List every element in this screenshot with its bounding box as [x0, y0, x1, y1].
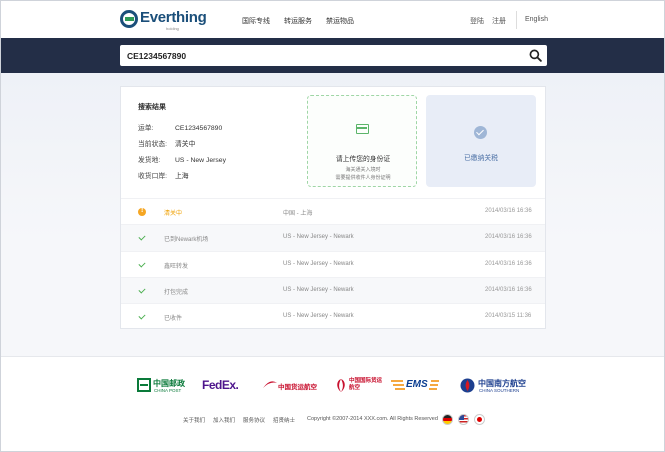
nav-item-international[interactable]: 国际专线 [242, 16, 270, 26]
logo-mark-icon [120, 10, 138, 28]
upload-note: 需要提供收件人身份证明 [335, 175, 391, 181]
partner-subname: CHINA SOUTHERN [479, 388, 520, 393]
tracking-time: 2014/03/16 16:36 [485, 208, 532, 214]
header: Everthing holding 国际专线 转运服务 禁运物品 登陆 注册 E… [1, 1, 664, 37]
tracking-time: 2014/03/15 11:36 [485, 313, 532, 320]
tracking-location: US - New Jersey - Newark [283, 313, 354, 320]
main-nav: 国际专线 转运服务 禁运物品 [242, 16, 354, 26]
language-switch[interactable]: English [525, 16, 548, 23]
china-post-logo: 中国邮政 CHINA POST [137, 376, 187, 396]
id-card-icon [356, 124, 369, 134]
info-value: CE1234567890 [175, 125, 223, 132]
info-row-destination: 收货口岸: 上海 [138, 170, 189, 180]
logo-subtext: holding [166, 26, 179, 31]
japan-flag-icon[interactable] [474, 414, 485, 425]
nav-item-prohibited[interactable]: 禁运物品 [326, 16, 354, 26]
info-value: US - New Jersey [175, 157, 226, 164]
tracking-time: 2014/03/16 16:36 [485, 234, 532, 241]
footer-link-careers[interactable]: 招贤纳士 [273, 416, 295, 424]
info-row-origin: 发货地: US - New Jersey [138, 154, 226, 164]
tracking-location: 中国 - 上海 [283, 211, 313, 217]
result-title: 搜索结果 [138, 104, 166, 111]
info-value: 上海 [175, 173, 189, 180]
upload-note: 海关通关入境时 [345, 167, 381, 173]
ems-logo: EMS [391, 376, 441, 396]
partner-name: 中国货运航空 [278, 384, 317, 391]
cargo-swoosh-icon [263, 381, 277, 388]
footer-link-join[interactable]: 加入我们 [213, 416, 235, 424]
footer-divider [1, 356, 664, 357]
tracking-row: 清关中 中国 - 上海 2014/03/16 16:36 [121, 198, 545, 224]
usa-flag-icon[interactable] [458, 414, 469, 425]
germany-flag-icon[interactable] [442, 414, 453, 425]
phoenix-icon [337, 379, 345, 392]
login-link[interactable]: 登陆 [470, 16, 484, 26]
logo[interactable]: Everthing holding [120, 9, 207, 31]
tracking-row: 打包完成 US - New Jersey - Newark 2014/03/16… [121, 276, 545, 304]
partner-name: 中国国际货运航空 [349, 378, 383, 391]
search-input[interactable] [127, 48, 507, 63]
warning-icon [138, 207, 146, 216]
tax-paid-panel: 已缴纳关税 [426, 95, 536, 187]
info-row-status: 当前状态: 清关中 [138, 138, 195, 148]
upload-id-button[interactable]: 请上传您的身份证 海关通关入境时 需要提供收件人身份证明 [307, 95, 417, 187]
check-icon [138, 261, 146, 269]
info-label: 收货口岸: [138, 173, 168, 180]
register-link[interactable]: 注册 [492, 16, 506, 26]
check-icon [138, 313, 146, 321]
partner-logos: 中国邮政 CHINA POST FedEx. 中国货运航空 中国国际货运航空 E… [137, 376, 532, 396]
tracking-time: 2014/03/16 16:36 [485, 260, 532, 267]
fedex-logo: FedEx. [202, 376, 252, 396]
tracking-status: 鑫旺转发 [164, 263, 189, 270]
upload-title: 请上传您的身份证 [335, 156, 391, 163]
auth-links: 登陆 注册 [470, 16, 506, 26]
air-china-cargo-logo: 中国国际货运航空 [335, 376, 383, 396]
header-divider [516, 11, 517, 29]
tracking-row: 已收件 US - New Jersey - Newark 2014/03/15 … [121, 303, 545, 329]
tracking-status: 已到Newark机场 [164, 237, 209, 244]
partner-name: EMS [406, 379, 428, 390]
footer-link-terms[interactable]: 服务协议 [243, 416, 265, 424]
tracking-status: 已收件 [164, 316, 183, 323]
info-value: 清关中 [175, 141, 196, 148]
partner-name: FedEx. [202, 378, 239, 392]
tracking-status: 清关中 [164, 211, 183, 217]
result-card: 搜索结果 运单: CE1234567890 当前状态: 清关中 发货地: US - N… [120, 86, 546, 329]
tracking-status: 打包完成 [164, 289, 189, 296]
tracking-location: US - New Jersey - Newark [283, 260, 354, 267]
tracking-location: US - New Jersey - Newark [283, 286, 354, 293]
search-band [1, 38, 664, 73]
logo-text: Everthing [140, 9, 207, 26]
info-label: 发货地: [138, 157, 161, 164]
info-row-waybill: 运单: CE1234567890 [138, 122, 222, 132]
tracking-location: US - New Jersey - Newark [283, 234, 354, 241]
footer-link-about[interactable]: 关于我们 [183, 416, 205, 424]
search-box [120, 45, 547, 66]
tracking-row: 鑫旺转发 US - New Jersey - Newark 2014/03/16… [121, 250, 545, 277]
tracking-row: 已到Newark机场 US - New Jersey - Newark 2014… [121, 224, 545, 251]
tracking-list: 清关中 中国 - 上海 2014/03/16 16:36 已到Newark机场 … [121, 198, 545, 329]
china-southern-logo: 中国南方航空 CHINA SOUTHERN [460, 376, 532, 396]
tax-paid-text: 已缴纳关税 [464, 155, 498, 162]
check-icon [138, 287, 146, 295]
copyright: Copyright ©2007-2014 XXX.com. All Rights… [307, 416, 438, 422]
info-label: 运单: [138, 125, 154, 132]
nav-item-forwarding[interactable]: 转运服务 [284, 16, 312, 26]
search-icon[interactable] [529, 49, 542, 62]
check-circle-icon [474, 126, 487, 139]
tracking-time: 2014/03/16 16:36 [485, 286, 532, 293]
check-icon [138, 234, 146, 242]
china-cargo-logo: 中国货运航空 [263, 376, 319, 396]
partner-subname: CHINA POST [154, 388, 182, 393]
kapok-flower-icon [460, 378, 475, 393]
footer-links: 关于我们 加入我们 服务协议 招贤纳士 [183, 416, 295, 424]
info-label: 当前状态: [138, 141, 168, 148]
flag-links [442, 414, 485, 425]
china-post-icon [137, 378, 151, 392]
